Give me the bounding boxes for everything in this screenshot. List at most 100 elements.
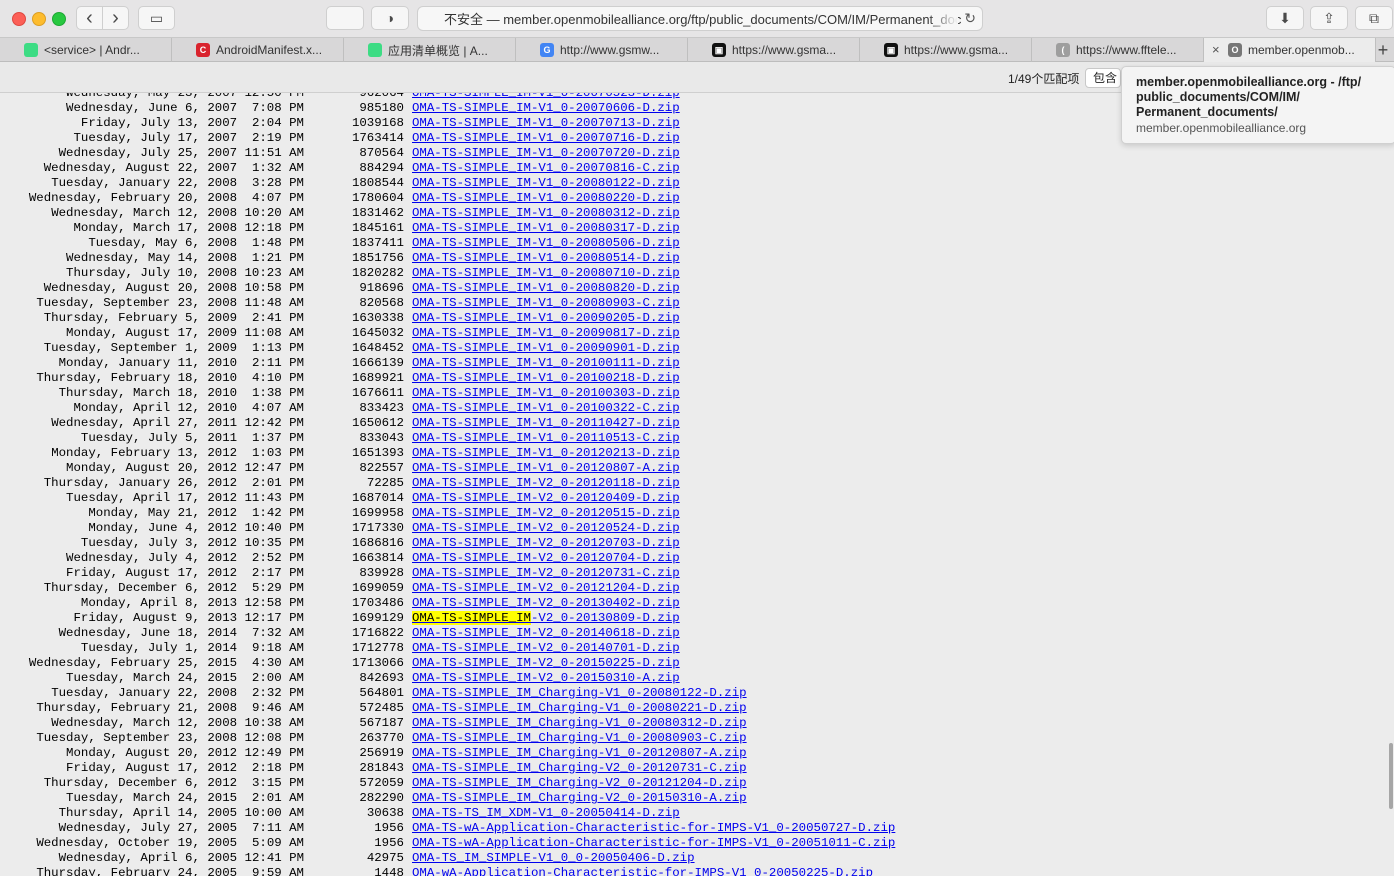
file-link[interactable]: OMA-TS-SIMPLE_IM-V1_0-20080710-D.zip [412, 266, 680, 280]
file-size: 842693 [359, 671, 404, 685]
file-link[interactable]: OMA-TS-SIMPLE_IM_Charging-V1_0-20080221-… [412, 701, 747, 715]
file-link[interactable]: OMA-TS-SIMPLE_IM-V1_0-20090817-D.zip [412, 326, 680, 340]
file-link[interactable]: OMA-TS-wA-Application-Characteristic-for… [412, 821, 895, 835]
file-link[interactable]: OMA-TS-SIMPLE_IM-V2_0-20130809-D.zip [412, 611, 680, 625]
tab-overview-button[interactable]: ⧉ [1355, 6, 1393, 30]
zoom-window-button[interactable] [52, 12, 66, 26]
file-link[interactable]: OMA-TS-SIMPLE_IM-V2_0-20120118-D.zip [412, 476, 680, 490]
file-link[interactable]: OMA-TS-SIMPLE_IM-V1_0-20070713-D.zip [412, 116, 680, 130]
file-size: 1956 [374, 836, 404, 850]
minimize-window-button[interactable] [32, 12, 46, 26]
tab-0[interactable]: <service> | Andr... [0, 38, 172, 62]
file-date: Thursday, December 6, 2012 3:15 PM [43, 776, 304, 790]
file-date: Thursday, July 10, 2008 10:23 AM [66, 266, 304, 280]
share-button[interactable]: ⇪ [1310, 6, 1348, 30]
file-link[interactable]: OMA-TS-SIMPLE_IM-V1_0-20070816-C.zip [412, 161, 680, 175]
file-link[interactable]: OMA-TS-SIMPLE_IM-V1_0-20100111-D.zip [412, 356, 680, 370]
file-link[interactable]: OMA-TS-SIMPLE_IM-V1_0-20070523-D.zip [412, 93, 680, 100]
tab-1[interactable]: C AndroidManifest.x... [172, 38, 344, 62]
tab-2[interactable]: 应用清单概览 | A... [344, 38, 516, 62]
chevron-right-icon: › [112, 7, 119, 29]
tab-4[interactable]: ▣ https://www.gsma... [688, 38, 860, 62]
file-date: Thursday, February 21, 2008 9:46 AM [36, 701, 304, 715]
tab-title: http://www.gsmw... [560, 43, 660, 57]
file-link[interactable]: OMA-TS-SIMPLE_IM-V1_0-20080220-D.zip [412, 191, 680, 205]
listing-row: Wednesday, March 12, 2008 10:38 AM 567187… [0, 716, 895, 731]
file-link[interactable]: OMA-TS-SIMPLE_IM-V1_0-20070606-D.zip [412, 101, 680, 115]
tab-6[interactable]: (https://www.fftele... [1032, 38, 1204, 62]
file-link[interactable]: OMA-TS-SIMPLE_IM-V1_0-20080506-D.zip [412, 236, 680, 250]
file-link[interactable]: OMA-TS-SIMPLE_IM_Charging-V1_0-20120807-… [412, 746, 747, 760]
file-link[interactable]: OMA-TS-SIMPLE_IM-V2_0-20120703-D.zip [412, 536, 680, 550]
file-size: 820568 [359, 296, 404, 310]
listing-row: Wednesday, July 27, 2005 7:11 AM 1956 OMA-… [0, 821, 896, 836]
file-link[interactable]: OMA-TS-SIMPLE_IM-V2_0-20120409-D.zip [412, 491, 680, 505]
file-link[interactable]: OMA-TS-SIMPLE_IM-V1_0-20090901-D.zip [412, 341, 680, 355]
file-link[interactable]: OMA-wA-Application-Characteristic-for-IM… [412, 866, 873, 876]
file-link[interactable]: OMA-TS-SIMPLE_IM-V2_0-20120515-D.zip [412, 506, 680, 520]
file-size: 1699958 [351, 506, 404, 520]
find-option-dropdown[interactable]: 包含 [1085, 68, 1121, 88]
file-size: 870564 [359, 146, 404, 160]
file-link[interactable]: OMA-TS-wA-Application-Characteristic-for… [412, 836, 895, 850]
file-link[interactable]: OMA-TS-SIMPLE_IM-V1_0-20110513-C.zip [412, 431, 680, 445]
file-link[interactable]: OMA-TS-SIMPLE_IM-V2_0-20140701-D.zip [412, 641, 680, 655]
back-button[interactable]: ‹ [76, 6, 103, 30]
sidebar-button[interactable]: ▭ [138, 6, 175, 30]
file-size: 1687014 [351, 491, 404, 505]
file-link[interactable]: OMA-TS-SIMPLE_IM_Charging-V1_0-20080903-… [412, 731, 747, 745]
new-tab-button[interactable]: + [1372, 38, 1394, 62]
file-link[interactable]: OMA-TS-TS_IM_XDM-V1_0-20050414-D.zip [412, 806, 680, 820]
close-window-button[interactable] [12, 12, 26, 26]
blank-toolbar-button[interactable] [326, 6, 364, 30]
privacy-report-button[interactable]: ◑ [371, 6, 409, 30]
file-link[interactable]: OMA-TS_IM_SIMPLE-V1_0_0-20050406-D.zip [412, 851, 695, 865]
file-link[interactable]: OMA-TS-SIMPLE_IM-V1_0-20090205-D.zip [412, 311, 680, 325]
file-link[interactable]: OMA-TS-SIMPLE_IM_Charging-V1_0-20080122-… [412, 686, 747, 700]
file-link[interactable]: OMA-TS-SIMPLE_IM-V1_0-20120213-D.zip [412, 446, 680, 460]
file-link[interactable]: OMA-TS-SIMPLE_IM-V1_0-20080312-D.zip [412, 206, 680, 220]
file-size: 572485 [359, 701, 404, 715]
file-link[interactable]: OMA-TS-SIMPLE_IM-V1_0-20080317-D.zip [412, 221, 680, 235]
file-link[interactable]: OMA-TS-SIMPLE_IM-V1_0-20120807-A.zip [412, 461, 680, 475]
file-link[interactable]: OMA-TS-SIMPLE_IM-V1_0-20080514-D.zip [412, 251, 680, 265]
close-tab-icon[interactable]: × [1212, 42, 1220, 57]
file-size: 72285 [366, 476, 404, 490]
listing-row: Monday, August 17, 2009 11:08 AM 1645032 O… [0, 326, 895, 341]
file-link[interactable]: OMA-TS-SIMPLE_IM-V2_0-20121204-D.zip [412, 581, 680, 595]
file-link[interactable]: OMA-TS-SIMPLE_IM_Charging-V2_0-20120731-… [412, 761, 747, 775]
downloads-button[interactable]: ⬇ [1266, 6, 1304, 30]
file-link[interactable]: OMA-TS-SIMPLE_IM-V2_0-20120524-D.zip [412, 521, 680, 535]
file-link[interactable]: OMA-TS-SIMPLE_IM-V1_0-20070716-D.zip [412, 131, 680, 145]
reload-icon[interactable]: ↻ [964, 10, 976, 27]
file-link[interactable]: OMA-TS-SIMPLE_IM-V2_0-20120704-D.zip [412, 551, 680, 565]
file-link[interactable]: OMA-TS-SIMPLE_IM-V1_0-20100218-D.zip [412, 371, 680, 385]
file-link[interactable]: OMA-TS-SIMPLE_IM-V2_0-20140618-D.zip [412, 626, 680, 640]
file-link[interactable]: OMA-TS-SIMPLE_IM-V1_0-20110427-D.zip [412, 416, 680, 430]
file-link[interactable]: OMA-TS-SIMPLE_IM-V2_0-20120731-C.zip [412, 566, 680, 580]
file-size: 1780604 [351, 191, 404, 205]
file-link[interactable]: OMA-TS-SIMPLE_IM-V1_0-20100303-D.zip [412, 386, 680, 400]
address-bar[interactable]: 不安全 — member.openmobilealliance.org/ftp/… [417, 6, 983, 31]
file-link[interactable]: OMA-TS-SIMPLE_IM-V2_0-20150310-A.zip [412, 671, 680, 685]
file-date: Monday, March 17, 2008 12:18 PM [73, 221, 304, 235]
file-link[interactable]: OMA-TS-SIMPLE_IM-V1_0-20080122-D.zip [412, 176, 680, 190]
file-link[interactable]: OMA-TS-SIMPLE_IM_Charging-V2_0-20121204-… [412, 776, 747, 790]
tab-3[interactable]: Ghttp://www.gsmw... [516, 38, 688, 62]
file-link[interactable]: OMA-TS-SIMPLE_IM_Charging-V2_0-20150310-… [412, 791, 747, 805]
file-date: Thursday, March 18, 2010 1:38 PM [58, 386, 304, 400]
tab-5[interactable]: ▣ https://www.gsma... [860, 38, 1032, 62]
file-link[interactable]: OMA-TS-SIMPLE_IM-V1_0-20080903-C.zip [412, 296, 680, 310]
find-match-count: 1/49个匹配项 [1008, 72, 1080, 86]
file-size: 282290 [359, 791, 404, 805]
forward-button[interactable]: › [102, 6, 129, 30]
file-link[interactable]: OMA-TS-SIMPLE_IM-V1_0-20070720-D.zip [412, 146, 680, 160]
file-link[interactable]: OMA-TS-SIMPLE_IM-V2_0-20130402-D.zip [412, 596, 680, 610]
file-link[interactable]: OMA-TS-SIMPLE_IM-V2_0-20150225-D.zip [412, 656, 680, 670]
tab-7[interactable]: × Omember.openmob... [1204, 38, 1376, 62]
file-link[interactable]: OMA-TS-SIMPLE_IM-V1_0-20080820-D.zip [412, 281, 680, 295]
file-link[interactable]: OMA-TS-SIMPLE_IM_Charging-V1_0-20080312-… [412, 716, 747, 730]
file-link[interactable]: OMA-TS-SIMPLE_IM-V1_0-20100322-C.zip [412, 401, 680, 415]
scrollbar-thumb[interactable] [1389, 743, 1393, 809]
listing-row: Wednesday, June 6, 2007 7:08 PM 985180 OMA… [0, 101, 895, 116]
